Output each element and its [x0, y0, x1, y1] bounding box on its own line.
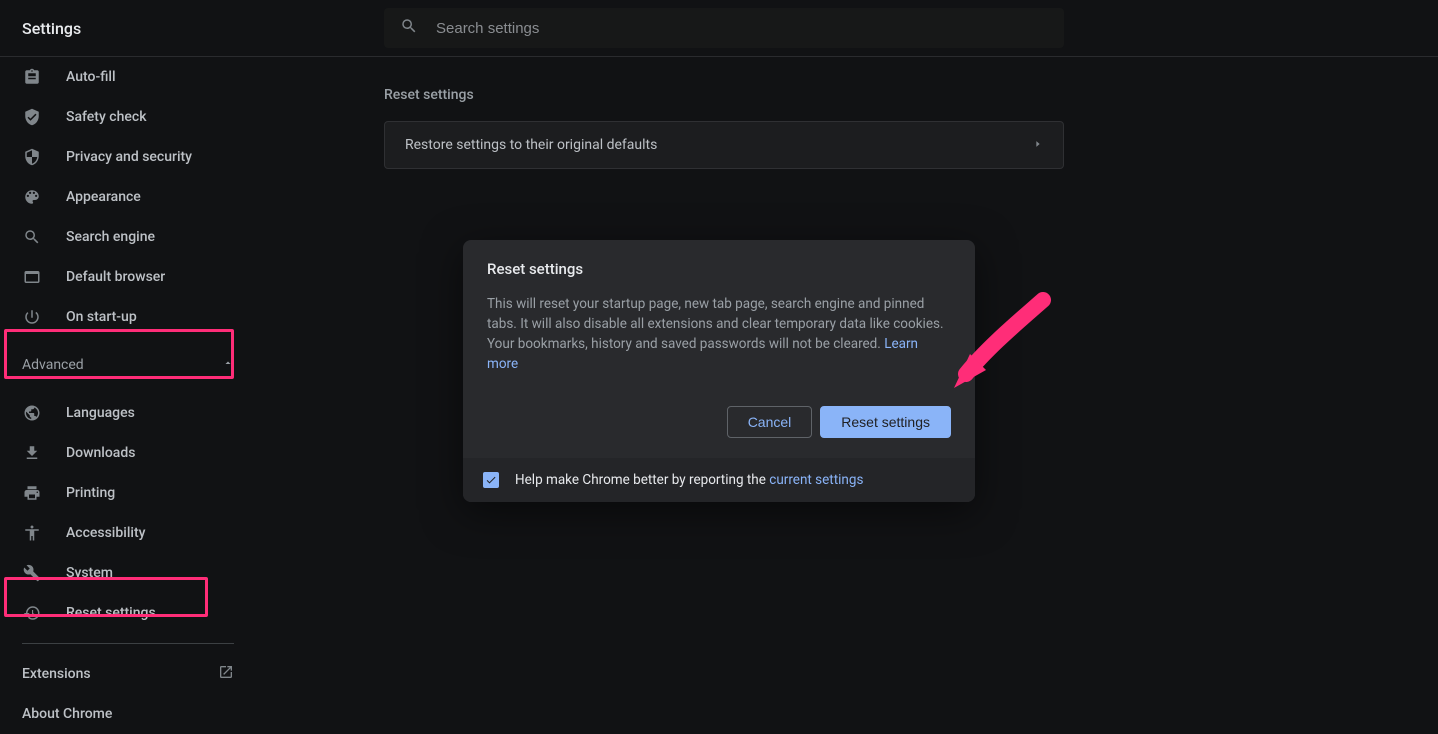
sidebar-item-extensions[interactable]: Extensions [0, 654, 256, 694]
sidebar-item-languages[interactable]: Languages [0, 393, 256, 433]
sidebar-item-label: Privacy and security [66, 149, 192, 165]
header: Settings [0, 0, 1438, 57]
sidebar-item-appearance[interactable]: Appearance [0, 177, 256, 217]
sidebar-item-startup[interactable]: On start-up [0, 297, 256, 337]
sidebar-item-label: On start-up [66, 309, 137, 325]
palette-icon [22, 187, 42, 207]
page-title: Settings [0, 19, 384, 38]
open-external-icon [218, 664, 234, 684]
advanced-label: Advanced [22, 357, 84, 373]
sidebar-item-privacy[interactable]: Privacy and security [0, 137, 256, 177]
divider [22, 643, 234, 644]
search-input[interactable] [436, 20, 1048, 37]
current-settings-link[interactable]: current settings [769, 472, 863, 488]
sidebar-item-label: Printing [66, 485, 115, 501]
cancel-button[interactable]: Cancel [727, 406, 813, 438]
power-icon [22, 307, 42, 327]
sidebar-item-about[interactable]: About Chrome [0, 694, 256, 734]
sidebar-item-label: System [66, 565, 113, 581]
section-title: Reset settings [384, 87, 1064, 103]
restore-defaults-row[interactable]: Restore settings to their original defau… [384, 121, 1064, 169]
dialog-description: This will reset your startup page, new t… [487, 294, 951, 374]
sidebar-item-label: Reset settings [66, 605, 156, 621]
row-label: Restore settings to their original defau… [405, 137, 657, 153]
shield-check-icon [22, 107, 42, 127]
search-icon [400, 17, 418, 39]
sidebar-item-reset-settings[interactable]: Reset settings [0, 593, 256, 633]
sidebar-item-autofill[interactable]: Auto-fill [0, 57, 256, 97]
main-content: Reset settings Restore settings to their… [384, 57, 1064, 169]
sidebar-item-label: Default browser [66, 269, 165, 285]
download-icon [22, 443, 42, 463]
globe-icon [22, 403, 42, 423]
extensions-label: Extensions [22, 666, 91, 682]
reset-settings-button[interactable]: Reset settings [820, 406, 951, 438]
sidebar-item-downloads[interactable]: Downloads [0, 433, 256, 473]
sidebar-item-label: Safety check [66, 109, 147, 125]
sidebar-item-safety-check[interactable]: Safety check [0, 97, 256, 137]
dialog-footer: Help make Chrome better by reporting the… [463, 458, 975, 502]
sidebar-item-label: Accessibility [66, 525, 145, 541]
sidebar-item-accessibility[interactable]: Accessibility [0, 513, 256, 553]
dialog-title: Reset settings [487, 260, 951, 278]
wrench-icon [22, 563, 42, 583]
sidebar-item-label: Appearance [66, 189, 141, 205]
sidebar-item-default-browser[interactable]: Default browser [0, 257, 256, 297]
sidebar-item-system[interactable]: System [0, 553, 256, 593]
about-label: About Chrome [22, 706, 112, 722]
security-icon [22, 147, 42, 167]
sidebar-item-label: Auto-fill [66, 69, 116, 85]
restore-icon [22, 603, 42, 623]
sidebar-item-label: Search engine [66, 229, 155, 245]
accessibility-icon [22, 523, 42, 543]
sidebar-item-label: Downloads [66, 445, 135, 461]
sidebar-item-search-engine[interactable]: Search engine [0, 217, 256, 257]
chevron-right-icon [1033, 137, 1043, 153]
sidebar-item-printing[interactable]: Printing [0, 473, 256, 513]
web-icon [22, 267, 42, 287]
assignment-icon [22, 67, 42, 87]
footer-text: Help make Chrome better by reporting the… [515, 472, 863, 488]
report-checkbox[interactable] [483, 472, 499, 488]
chevron-up-icon [222, 357, 234, 373]
print-icon [22, 483, 42, 503]
reset-settings-dialog: Reset settings This will reset your star… [463, 240, 975, 502]
search-icon [22, 227, 42, 247]
search-container[interactable] [384, 8, 1064, 48]
advanced-toggle[interactable]: Advanced [0, 341, 256, 389]
sidebar: Auto-fill Safety check Privacy and secur… [0, 57, 256, 717]
sidebar-item-label: Languages [66, 405, 135, 421]
